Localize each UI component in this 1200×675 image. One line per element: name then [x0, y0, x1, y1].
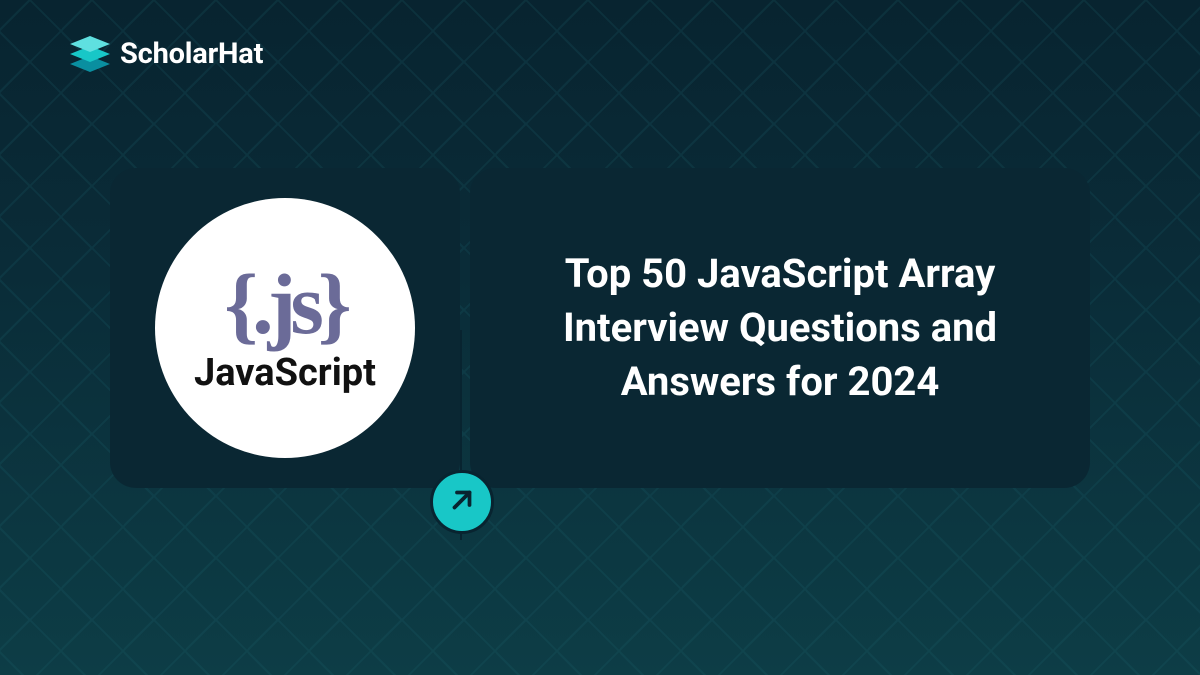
title-card: Top 50 JavaScript Array Interview Questi… [470, 168, 1090, 488]
js-braces-symbol: {.js} [224, 261, 345, 347]
page-title: Top 50 JavaScript Array Interview Questi… [520, 247, 1040, 409]
card-row: {.js} JavaScript Top 50 JavaScript Array… [110, 168, 1090, 488]
js-logo-circle: {.js} JavaScript [155, 198, 415, 458]
arrow-button[interactable] [430, 470, 494, 534]
brand-name: ScholarHat [120, 37, 263, 71]
js-label: JavaScript [194, 351, 376, 395]
brand-logo: ScholarHat [70, 36, 263, 72]
js-logo-card: {.js} JavaScript [110, 168, 460, 488]
arrow-up-right-icon [447, 485, 477, 519]
scholarhat-logo-icon [70, 36, 110, 72]
